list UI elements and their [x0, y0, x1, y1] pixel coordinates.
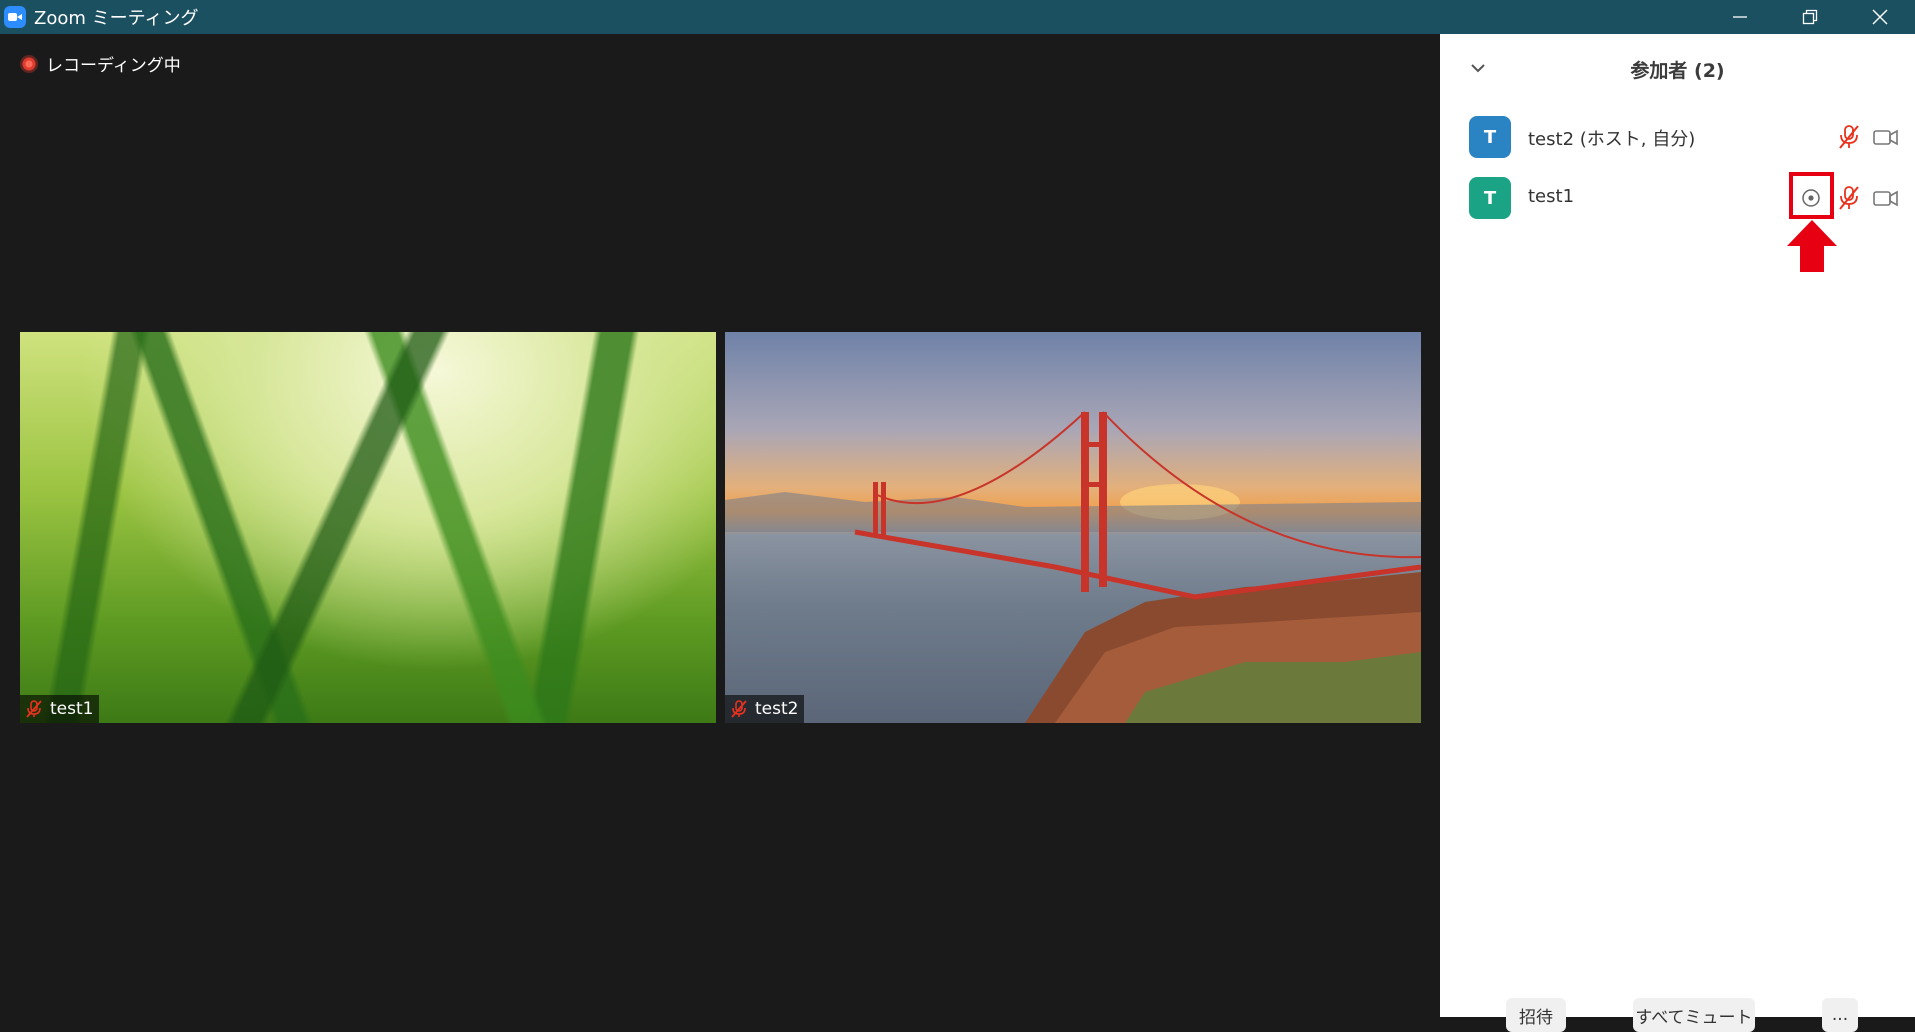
more-options-button[interactable]: ...	[1822, 998, 1858, 1032]
tile-name-label: test2	[725, 695, 805, 723]
recording-label: レコーディング中	[46, 56, 181, 76]
bridge-landscape-image	[725, 411, 1421, 723]
recording-indicator[interactable]: レコーディング中	[20, 51, 181, 76]
participant-row-test1[interactable]: T test1	[1440, 167, 1915, 227]
panel-title: 参加者 (2)	[1630, 60, 1725, 82]
meeting-area: レコーディング中 test1 test2	[0, 34, 1440, 1017]
tile-name: test1	[50, 699, 94, 719]
window-title: Zoom ミーティング	[34, 8, 199, 29]
annotation-arrow-up-icon	[1787, 220, 1837, 272]
invite-button[interactable]: 招待	[1506, 998, 1566, 1032]
title-bar: Zoom ミーティング	[0, 0, 1915, 34]
tile-name: test2	[755, 699, 799, 719]
muted-mic-icon[interactable]	[1835, 185, 1863, 211]
participant-row-test2[interactable]: T test2 (ホスト, 自分)	[1440, 106, 1915, 166]
tile-name-label: test1	[20, 695, 100, 723]
video-tile-test2[interactable]: test2	[725, 332, 1421, 723]
avatar: T	[1469, 177, 1511, 219]
minimize-button[interactable]	[1705, 0, 1775, 34]
close-icon	[1872, 9, 1888, 25]
avatar: T	[1469, 116, 1511, 158]
annotation-highlight-box	[1789, 172, 1834, 219]
zoom-logo-icon	[4, 6, 26, 28]
participant-name: test2 (ホスト, 自分)	[1528, 129, 1696, 150]
panel-header: 参加者 (2)	[1440, 34, 1915, 102]
video-camera-icon[interactable]	[1872, 185, 1900, 211]
muted-mic-icon	[26, 700, 42, 718]
window-controls	[1705, 0, 1915, 34]
restore-icon	[1802, 9, 1818, 25]
close-button[interactable]	[1845, 0, 1915, 34]
restore-button[interactable]	[1775, 0, 1845, 34]
video-camera-icon[interactable]	[1872, 124, 1900, 150]
video-tile-test1[interactable]: test1	[20, 332, 716, 723]
participant-name: test1	[1528, 186, 1575, 207]
participants-panel: 参加者 (2) T test2 (ホスト, 自分) T test1 招待 すべて…	[1440, 34, 1915, 1032]
muted-mic-icon	[731, 700, 747, 718]
muted-mic-icon[interactable]	[1835, 124, 1863, 150]
mute-all-button[interactable]: すべてミュート	[1633, 998, 1755, 1032]
recording-dot-icon	[20, 54, 38, 73]
minimize-icon	[1733, 16, 1747, 18]
